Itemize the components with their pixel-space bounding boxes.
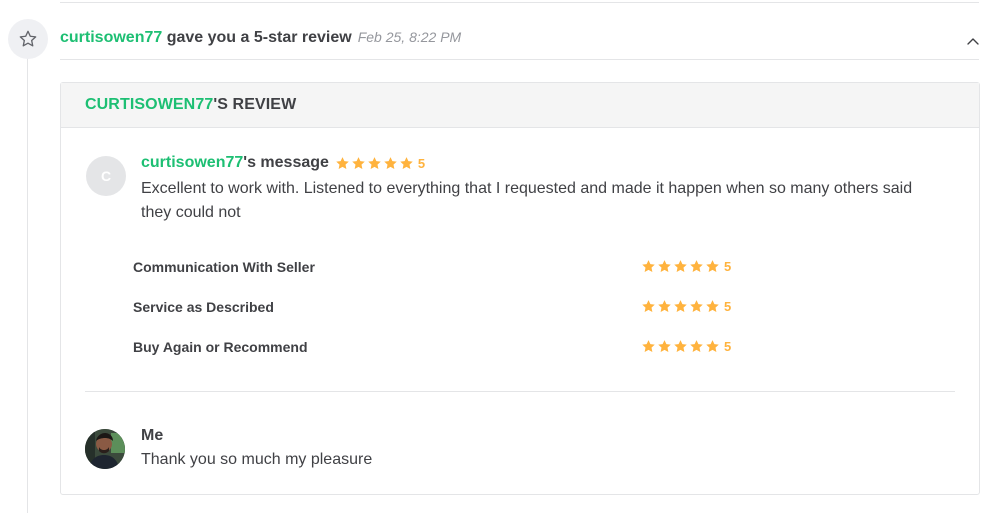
criteria-label: Service as Described (133, 299, 274, 315)
star-filled-icon (658, 340, 671, 352)
review-card-header: CURTISOWEN77 'S REVIEW (61, 83, 979, 128)
star-filled-icon (400, 156, 413, 169)
buyer-initial: C (100, 168, 112, 184)
overall-rating-stars: 5 (335, 156, 425, 171)
chevron-up-icon[interactable] (966, 35, 980, 47)
star-outline-icon (19, 30, 37, 47)
star-filled-icon (674, 260, 687, 272)
star-filled-icon (642, 340, 655, 352)
criteria-rating-value: 5 (724, 299, 732, 314)
buyer-message-text: Excellent to work with. Listened to ever… (141, 180, 913, 221)
card-divider (85, 391, 955, 392)
star-filled-icon (690, 340, 703, 352)
criteria-label: Communication With Seller (133, 259, 315, 275)
avatar-photo (85, 429, 125, 469)
star-filled-icon (642, 260, 655, 272)
star-filled-icon (336, 156, 349, 169)
star-filled-icon (674, 340, 687, 352)
seller-avatar[interactable] (85, 429, 125, 469)
overall-rating-value: 5 (417, 155, 426, 171)
criteria-stars: 5 (641, 299, 731, 314)
star-filled-icon (658, 300, 671, 312)
buyer-avatar[interactable]: C (86, 156, 126, 196)
activity-action-text: gave you a 5-star review (162, 29, 352, 46)
buyer-message-heading: curtisowen77's message 5 (141, 154, 425, 172)
criteria-stars: 5 (641, 259, 731, 274)
reply-message-text: Thank you so much my pleasure (141, 451, 373, 468)
reply-author-name: Me (141, 427, 164, 444)
timeline-line (27, 58, 28, 513)
star-filled-icon (706, 340, 719, 352)
buyer-username[interactable]: curtisowen77 (141, 154, 243, 172)
star-filled-icon (352, 156, 365, 169)
review-card: CURTISOWEN77 'S REVIEW C curtisowen77's m… (60, 82, 980, 495)
header-divider (60, 59, 979, 60)
top-divider (60, 2, 979, 3)
star-filled-icon (674, 300, 687, 312)
star-filled-icon (658, 260, 671, 272)
criteria-rating-value: 5 (724, 339, 732, 354)
criteria-row: Service as Described 5 (133, 296, 853, 336)
criteria-row: Buy Again or Recommend 5 (133, 336, 853, 376)
review-header-suffix: 'S REVIEW (213, 96, 297, 113)
star-filled-icon (368, 156, 381, 169)
activity-icon-circle (8, 19, 48, 59)
review-header-username: CURTISOWEN77 (85, 96, 214, 113)
star-filled-icon (384, 156, 397, 169)
activity-title: curtisowen77 gave you a 5-star review Feb… (60, 29, 461, 47)
rating-criteria-list: Communication With Seller 5 Service as D… (133, 256, 853, 376)
criteria-stars: 5 (641, 339, 731, 354)
star-filled-icon (642, 300, 655, 312)
criteria-label: Buy Again or Recommend (133, 339, 308, 355)
star-filled-icon (690, 260, 703, 272)
activity-timestamp: Feb 25, 8:22 PM (357, 29, 462, 45)
buyer-message-suffix: 's message (243, 154, 329, 171)
activity-username[interactable]: curtisowen77 (60, 29, 162, 46)
star-filled-icon (706, 260, 719, 272)
star-filled-icon (706, 300, 719, 312)
criteria-rating-value: 5 (724, 259, 732, 274)
star-filled-icon (690, 300, 703, 312)
criteria-row: Communication With Seller 5 (133, 256, 853, 296)
